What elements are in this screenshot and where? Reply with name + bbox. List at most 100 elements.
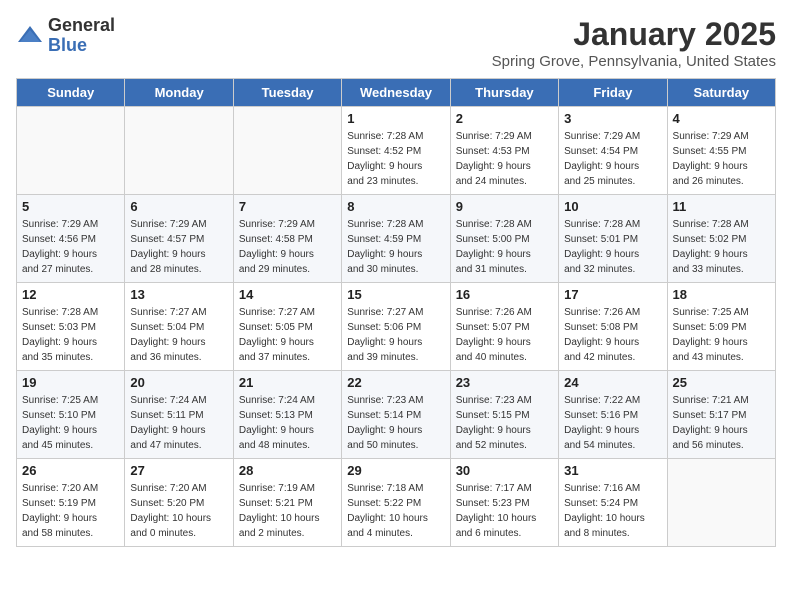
header-sunday: Sunday xyxy=(17,79,125,107)
day-info: Sunrise: 7:29 AM Sunset: 4:57 PM Dayligh… xyxy=(130,217,227,277)
calendar-cell xyxy=(233,107,341,195)
day-number: 23 xyxy=(456,375,553,390)
calendar-cell: 19 Sunrise: 7:25 AM Sunset: 5:10 PM Dayli… xyxy=(17,371,125,459)
day-number: 9 xyxy=(456,199,553,214)
header-monday: Monday xyxy=(125,79,233,107)
calendar-cell: 6Sunrise: 7:29 AM Sunset: 4:57 PM Daylig… xyxy=(125,195,233,283)
month-title: January 2025 xyxy=(492,16,776,53)
logo: General Blue xyxy=(16,16,115,56)
week-row-0: 1 Sunrise: 7:28 AM Sunset: 4:52 PM Daylig… xyxy=(17,107,776,195)
day-number: 2 xyxy=(456,111,553,126)
header-friday: Friday xyxy=(559,79,667,107)
day-number: 25 xyxy=(673,375,770,390)
day-number: 4 xyxy=(673,111,770,126)
day-number: 20 xyxy=(130,375,227,390)
day-info: Sunrise: 7:28 AM Sunset: 5:01 PM Dayligh… xyxy=(564,217,661,277)
day-info: Sunrise: 7:27 AM Sunset: 5:05 PM Dayligh… xyxy=(239,305,336,365)
day-info: Sunrise: 7:28 AM Sunset: 5:02 PM Dayligh… xyxy=(673,217,770,277)
day-number: 1 xyxy=(347,111,444,126)
header-row: SundayMondayTuesdayWednesdayThursdayFrid… xyxy=(17,79,776,107)
day-number: 13 xyxy=(130,287,227,302)
day-number: 30 xyxy=(456,463,553,478)
day-number: 8 xyxy=(347,199,444,214)
calendar-cell: 3Sunrise: 7:29 AM Sunset: 4:54 PM Daylig… xyxy=(559,107,667,195)
title-block: January 2025 Spring Grove, Pennsylvania,… xyxy=(492,16,776,70)
day-number: 11 xyxy=(673,199,770,214)
calendar-cell: 11 Sunrise: 7:28 AM Sunset: 5:02 PM Dayli… xyxy=(667,195,775,283)
week-row-4: 26 Sunrise: 7:20 AM Sunset: 5:19 PM Dayli… xyxy=(17,459,776,547)
day-number: 12 xyxy=(22,287,119,302)
calendar-cell xyxy=(17,107,125,195)
day-number: 3 xyxy=(564,111,661,126)
day-info: Sunrise: 7:21 AM Sunset: 5:17 PM Dayligh… xyxy=(673,393,770,453)
calendar-cell: 20 Sunrise: 7:24 AM Sunset: 5:11 PM Dayli… xyxy=(125,371,233,459)
day-info: Sunrise: 7:24 AM Sunset: 5:13 PM Dayligh… xyxy=(239,393,336,453)
day-number: 7 xyxy=(239,199,336,214)
calendar-cell: 10 Sunrise: 7:28 AM Sunset: 5:01 PM Dayli… xyxy=(559,195,667,283)
day-number: 18 xyxy=(673,287,770,302)
calendar-cell: 26 Sunrise: 7:20 AM Sunset: 5:19 PM Dayli… xyxy=(17,459,125,547)
day-number: 14 xyxy=(239,287,336,302)
day-number: 17 xyxy=(564,287,661,302)
header-saturday: Saturday xyxy=(667,79,775,107)
day-info: Sunrise: 7:20 AM Sunset: 5:19 PM Dayligh… xyxy=(22,481,119,541)
logo-blue: Blue xyxy=(48,36,115,56)
calendar-cell: 8Sunrise: 7:28 AM Sunset: 4:59 PM Daylig… xyxy=(342,195,450,283)
day-info: Sunrise: 7:27 AM Sunset: 5:04 PM Dayligh… xyxy=(130,305,227,365)
calendar-cell: 25 Sunrise: 7:21 AM Sunset: 5:17 PM Dayli… xyxy=(667,371,775,459)
day-info: Sunrise: 7:19 AM Sunset: 5:21 PM Dayligh… xyxy=(239,481,336,541)
day-info: Sunrise: 7:29 AM Sunset: 4:58 PM Dayligh… xyxy=(239,217,336,277)
calendar-table: SundayMondayTuesdayWednesdayThursdayFrid… xyxy=(16,78,776,547)
calendar-cell: 5 Sunrise: 7:29 AM Sunset: 4:56 PM Daylig… xyxy=(17,195,125,283)
calendar-cell: 30 Sunrise: 7:17 AM Sunset: 5:23 PM Dayli… xyxy=(450,459,558,547)
calendar-cell: 4Sunrise: 7:29 AM Sunset: 4:55 PM Daylig… xyxy=(667,107,775,195)
day-info: Sunrise: 7:18 AM Sunset: 5:22 PM Dayligh… xyxy=(347,481,444,541)
calendar-cell: 29 Sunrise: 7:18 AM Sunset: 5:22 PM Dayli… xyxy=(342,459,450,547)
day-info: Sunrise: 7:26 AM Sunset: 5:08 PM Dayligh… xyxy=(564,305,661,365)
day-info: Sunrise: 7:26 AM Sunset: 5:07 PM Dayligh… xyxy=(456,305,553,365)
calendar-cell: 9Sunrise: 7:28 AM Sunset: 5:00 PM Daylig… xyxy=(450,195,558,283)
calendar-cell: 17 Sunrise: 7:26 AM Sunset: 5:08 PM Dayli… xyxy=(559,283,667,371)
calendar-cell: 23Sunrise: 7:23 AM Sunset: 5:15 PM Dayli… xyxy=(450,371,558,459)
calendar-cell xyxy=(125,107,233,195)
day-info: Sunrise: 7:17 AM Sunset: 5:23 PM Dayligh… xyxy=(456,481,553,541)
day-info: Sunrise: 7:22 AM Sunset: 5:16 PM Dayligh… xyxy=(564,393,661,453)
header-tuesday: Tuesday xyxy=(233,79,341,107)
header-wednesday: Wednesday xyxy=(342,79,450,107)
week-row-2: 12 Sunrise: 7:28 AM Sunset: 5:03 PM Dayli… xyxy=(17,283,776,371)
day-info: Sunrise: 7:28 AM Sunset: 4:52 PM Dayligh… xyxy=(347,129,444,189)
day-info: Sunrise: 7:29 AM Sunset: 4:56 PM Dayligh… xyxy=(22,217,119,277)
calendar-cell: 14 Sunrise: 7:27 AM Sunset: 5:05 PM Dayli… xyxy=(233,283,341,371)
calendar-body: 1 Sunrise: 7:28 AM Sunset: 4:52 PM Daylig… xyxy=(17,107,776,547)
day-info: Sunrise: 7:27 AM Sunset: 5:06 PM Dayligh… xyxy=(347,305,444,365)
day-info: Sunrise: 7:16 AM Sunset: 5:24 PM Dayligh… xyxy=(564,481,661,541)
day-number: 21 xyxy=(239,375,336,390)
day-number: 19 xyxy=(22,375,119,390)
day-number: 29 xyxy=(347,463,444,478)
logo-text: General Blue xyxy=(48,16,115,56)
day-info: Sunrise: 7:25 AM Sunset: 5:10 PM Dayligh… xyxy=(22,393,119,453)
day-info: Sunrise: 7:24 AM Sunset: 5:11 PM Dayligh… xyxy=(130,393,227,453)
calendar-cell: 1 Sunrise: 7:28 AM Sunset: 4:52 PM Daylig… xyxy=(342,107,450,195)
calendar-cell: 27Sunrise: 7:20 AM Sunset: 5:20 PM Dayli… xyxy=(125,459,233,547)
day-number: 10 xyxy=(564,199,661,214)
day-number: 5 xyxy=(22,199,119,214)
day-number: 31 xyxy=(564,463,661,478)
calendar-cell: 12 Sunrise: 7:28 AM Sunset: 5:03 PM Dayli… xyxy=(17,283,125,371)
calendar-cell: 13 Sunrise: 7:27 AM Sunset: 5:04 PM Dayli… xyxy=(125,283,233,371)
calendar-cell: 15Sunrise: 7:27 AM Sunset: 5:06 PM Dayli… xyxy=(342,283,450,371)
logo-icon xyxy=(16,22,44,50)
day-info: Sunrise: 7:23 AM Sunset: 5:14 PM Dayligh… xyxy=(347,393,444,453)
day-number: 28 xyxy=(239,463,336,478)
calendar-header: SundayMondayTuesdayWednesdayThursdayFrid… xyxy=(17,79,776,107)
day-number: 26 xyxy=(22,463,119,478)
day-number: 22 xyxy=(347,375,444,390)
calendar-cell: 21 Sunrise: 7:24 AM Sunset: 5:13 PM Dayli… xyxy=(233,371,341,459)
day-info: Sunrise: 7:25 AM Sunset: 5:09 PM Dayligh… xyxy=(673,305,770,365)
week-row-3: 19 Sunrise: 7:25 AM Sunset: 5:10 PM Dayli… xyxy=(17,371,776,459)
logo-general: General xyxy=(48,16,115,36)
calendar-cell: 31 Sunrise: 7:16 AM Sunset: 5:24 PM Dayli… xyxy=(559,459,667,547)
day-number: 27 xyxy=(130,463,227,478)
header-thursday: Thursday xyxy=(450,79,558,107)
day-info: Sunrise: 7:28 AM Sunset: 5:03 PM Dayligh… xyxy=(22,305,119,365)
